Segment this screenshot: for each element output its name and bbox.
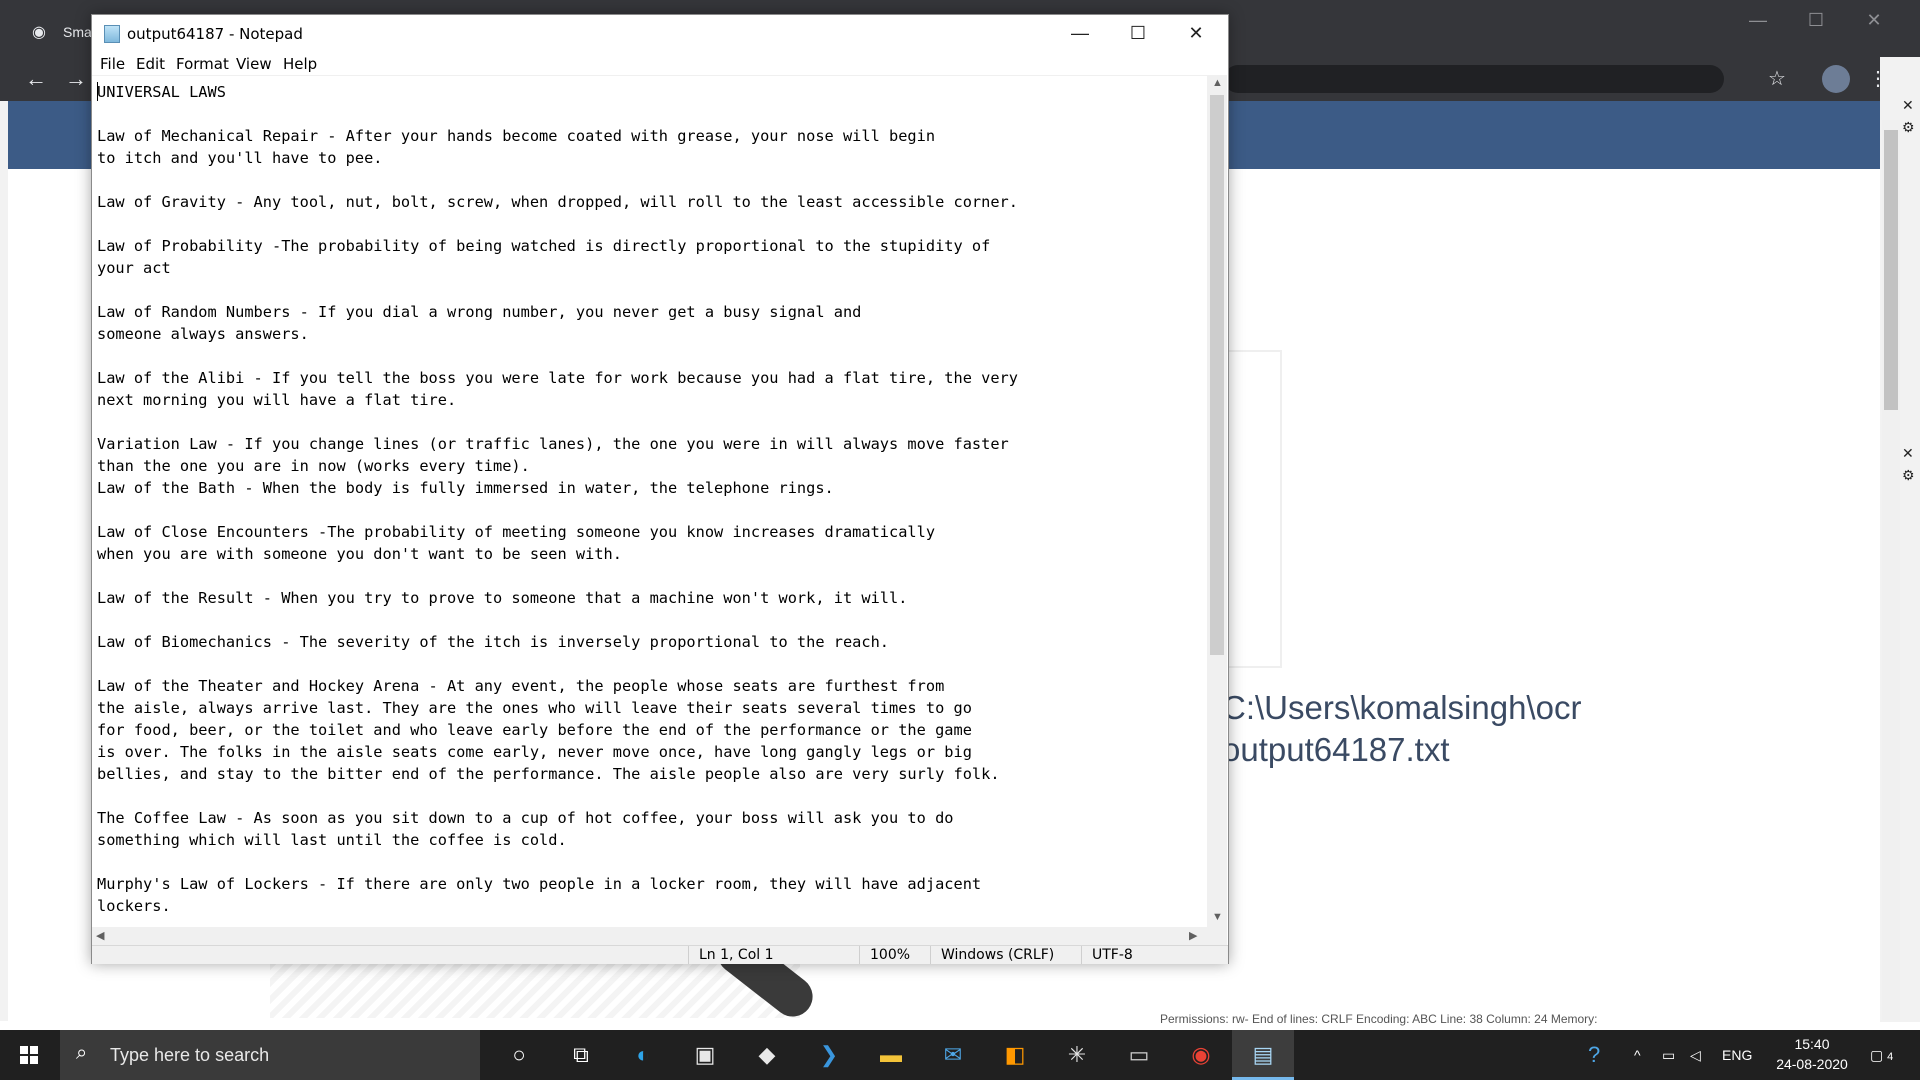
notepad-window: output64187 - Notepad — ☐ ✕ File Edit Fo… xyxy=(91,14,1229,964)
close-button[interactable]: ✕ xyxy=(1167,15,1225,51)
terminal-icon[interactable]: ▭ xyxy=(1108,1030,1170,1080)
chevron-up-icon[interactable]: ^ xyxy=(1634,1030,1641,1080)
browser-tab-title: Sma xyxy=(63,24,92,40)
scroll-up-icon[interactable]: ▲ xyxy=(1212,77,1223,89)
text-caret xyxy=(97,82,98,101)
notepad-titlebar[interactable]: output64187 - Notepad — ☐ ✕ xyxy=(92,15,1228,51)
vertical-scrollbar-thumb[interactable] xyxy=(1210,95,1224,655)
vertical-scrollbar[interactable]: ▲ ▼ xyxy=(1207,75,1227,927)
help-icon[interactable]: ? xyxy=(1588,1030,1600,1080)
scroll-down-icon[interactable]: ▼ xyxy=(1212,911,1223,923)
status-bar: Ln 1, Col 1 100% Windows (CRLF) UTF-8 xyxy=(92,945,1228,964)
gear-icon[interactable]: ⚙ xyxy=(1902,467,1915,484)
text-editor[interactable]: UNIVERSAL LAWS Law of Mechanical Repair … xyxy=(92,75,1207,928)
globe-icon: ◉ xyxy=(32,24,46,41)
search-icon: ⌕ xyxy=(76,1042,88,1064)
avatar[interactable] xyxy=(1822,65,1850,93)
star-icon[interactable]: ☆ xyxy=(1768,66,1786,91)
gear-icon[interactable]: ⚙ xyxy=(1902,119,1915,136)
scroll-left-icon[interactable]: ◀ xyxy=(96,929,104,942)
scroll-right-icon[interactable]: ▶ xyxy=(1189,929,1197,942)
encoding: UTF-8 xyxy=(1081,946,1212,964)
spider-app-icon[interactable]: ✳ xyxy=(1046,1030,1108,1080)
line-endings: Windows (CRLF) xyxy=(930,946,1069,964)
menu-bar: File Edit Format View Help xyxy=(92,51,1228,75)
minimize-button[interactable]: — xyxy=(1051,15,1109,51)
horizontal-scrollbar[interactable]: ◀ ▶ xyxy=(92,927,1207,945)
document-text[interactable]: UNIVERSAL LAWS Law of Mechanical Repair … xyxy=(97,81,1018,917)
windows-logo-icon xyxy=(20,1046,38,1064)
browser-close-button[interactable]: ✕ xyxy=(1846,0,1902,40)
file-path-line-2: output64187.txt xyxy=(1222,731,1450,768)
chrome-icon[interactable]: ◉ xyxy=(1170,1030,1232,1080)
menu-help[interactable]: Help xyxy=(283,55,317,73)
maximize-button[interactable]: ☐ xyxy=(1109,15,1167,51)
scrollbar-corner xyxy=(1207,927,1227,945)
clock-time: 15:40 xyxy=(1794,1036,1830,1052)
notification-count: 4 xyxy=(1887,1051,1894,1063)
clock[interactable]: 15:40 24-08-2020 xyxy=(1776,1034,1848,1074)
editor-statusline: Permissions: rw- End of lines: CRLF Enco… xyxy=(1160,1012,1598,1026)
battery-icon[interactable]: ▭ xyxy=(1662,1030,1675,1080)
volume-icon[interactable]: ◁ xyxy=(1690,1030,1701,1080)
close-icon[interactable]: ✕ xyxy=(1902,97,1914,114)
dropbox-icon[interactable]: ◆ xyxy=(736,1030,798,1080)
forward-icon[interactable]: → xyxy=(60,65,92,93)
menu-edit[interactable]: Edit xyxy=(136,55,165,73)
search-box[interactable]: ⌕ Type here to search xyxy=(60,1030,480,1080)
search-placeholder: Type here to search xyxy=(110,1045,270,1065)
file-explorer-icon[interactable]: ▬ xyxy=(860,1030,922,1080)
menu-format[interactable]: Format xyxy=(176,55,229,73)
powershell-icon[interactable]: ❯ xyxy=(798,1030,860,1080)
back-icon[interactable]: ← xyxy=(20,65,52,93)
browser-minimize-button[interactable]: — xyxy=(1730,0,1786,40)
browser-maximize-button[interactable]: ☐ xyxy=(1788,0,1844,40)
page-left-strip xyxy=(0,101,8,1021)
page-scrollbar-thumb[interactable] xyxy=(1884,130,1898,410)
store-icon[interactable]: ▣ xyxy=(674,1030,736,1080)
clock-date: 24-08-2020 xyxy=(1776,1056,1848,1072)
address-bar[interactable] xyxy=(1224,65,1724,93)
menu-view[interactable]: View xyxy=(236,55,272,73)
zoom-level: 100% xyxy=(859,946,920,964)
cursor-position: Ln 1, Col 1 xyxy=(688,946,859,964)
language-indicator[interactable]: ENG xyxy=(1722,1030,1752,1080)
task-view-icon[interactable]: ⧉ xyxy=(550,1030,612,1080)
notepad-icon xyxy=(104,25,120,43)
cortana-icon[interactable]: ○ xyxy=(488,1030,550,1080)
mail-icon[interactable]: ✉ xyxy=(922,1030,984,1080)
notification-icon[interactable]: ▢ 4 xyxy=(1870,1030,1893,1080)
menu-file[interactable]: File xyxy=(100,55,125,73)
start-button[interactable] xyxy=(0,1030,58,1080)
window-title: output64187 - Notepad xyxy=(127,25,303,43)
edge-icon[interactable]: ◐ xyxy=(612,1030,674,1080)
decorative-stripes xyxy=(270,962,800,1018)
taskbar: ⌕ Type here to search ○ ⧉ ◐ ▣ ◆ ❯ ▬ ✉ ◧ … xyxy=(0,1030,1920,1080)
sublime-icon[interactable]: ◧ xyxy=(984,1030,1046,1080)
file-path-line-1: C:\Users\komalsingh\ocr xyxy=(1222,689,1582,726)
notepad-icon[interactable]: ▤ xyxy=(1232,1030,1294,1080)
close-icon[interactable]: ✕ xyxy=(1902,445,1914,462)
file-path-text: C:\Users\komalsingh\ocr output64187.txt xyxy=(1222,687,1642,771)
page-card xyxy=(1224,350,1282,668)
